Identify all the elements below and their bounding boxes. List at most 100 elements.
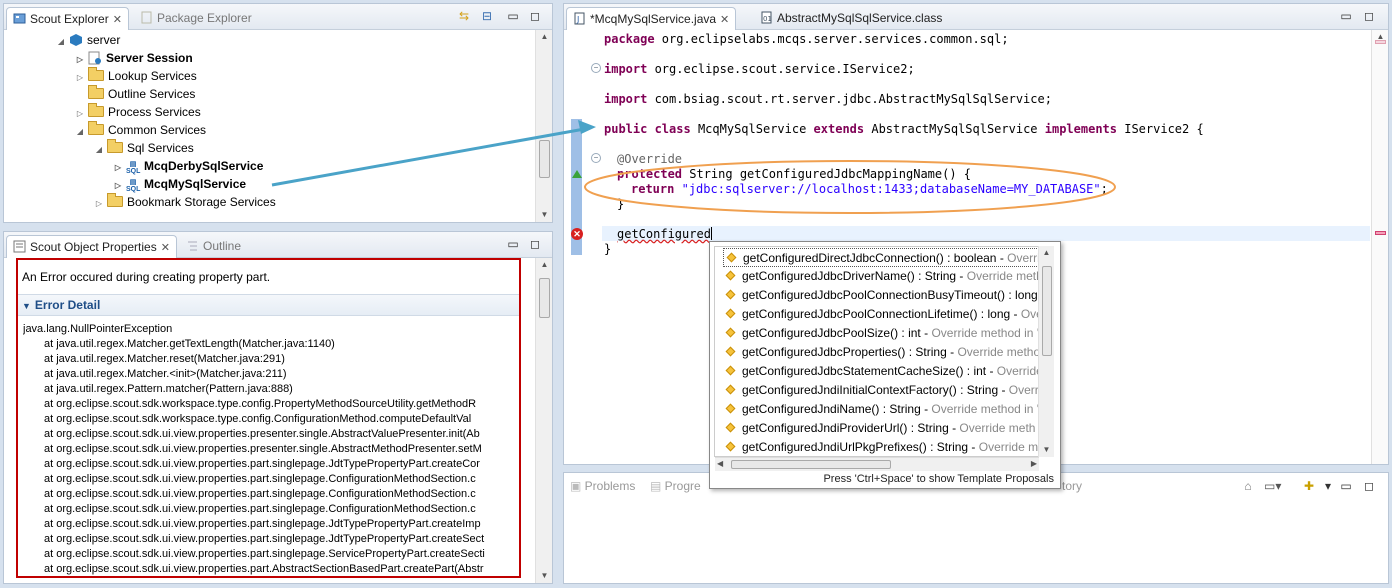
proposal-item[interactable]: getConfiguredJndiUrlPkgPrefixes() : Stri… — [723, 438, 1049, 456]
proposal-signature: getConfiguredJdbcPoolConnectionBusyTimeo… — [742, 288, 1038, 302]
collapse-all-icon[interactable]: ⊟ — [480, 9, 494, 23]
proposal-item[interactable]: getConfiguredJdbcPoolSize() : int - Over… — [723, 324, 1049, 343]
properties-scrollbar[interactable]: ▲ ▼ — [535, 258, 552, 583]
method-override-icon — [726, 252, 737, 263]
class-file-icon: 01 — [761, 11, 772, 24]
tree-item-label: Bookmark Storage Services — [127, 195, 276, 209]
code-line-close-inner[interactable]: } — [617, 197, 624, 212]
error-marker-icon[interactable]: ✕ — [571, 228, 583, 240]
code-line-import-2[interactable]: import com.bsiag.scout.rt.server.jdbc.Ab… — [604, 92, 1052, 107]
proposal-item[interactable]: getConfiguredJndiInitialContextFactory()… — [723, 381, 1049, 400]
view-toolbar-icon[interactable]: ⌂ — [1241, 479, 1255, 493]
proposal-item[interactable]: getConfiguredJndiName() : String - Overr… — [723, 400, 1049, 419]
tab-progress-label: Progre — [664, 479, 701, 493]
error-message: An Error occured during creating propert… — [22, 270, 271, 284]
tree-item-sql-services[interactable]: ◢ Sql Services — [94, 139, 194, 157]
scroll-thumb[interactable] — [539, 140, 550, 178]
scroll-down-icon[interactable]: ▼ — [536, 569, 552, 583]
maximize-icon[interactable]: ◻ — [1362, 9, 1376, 23]
proposal-item[interactable]: getConfiguredJdbcProperties() : String -… — [723, 343, 1049, 362]
overview-error-marker[interactable] — [1375, 231, 1386, 235]
fold-collapse-icon[interactable]: − — [591, 153, 601, 163]
code-line-override[interactable]: @Override — [617, 152, 682, 167]
code-line-method-sig[interactable]: protected String getConfiguredJdbcMappin… — [617, 167, 971, 182]
method-override-icon — [725, 403, 736, 414]
code-line-import-1[interactable]: import org.eclipse.scout.service.IServic… — [604, 62, 915, 77]
proposal-hscrollbar[interactable]: ◀ ▶ — [715, 457, 1039, 471]
tree-item-server-session[interactable]: ▷ Server Session — [75, 49, 193, 67]
proposal-signature: getConfiguredJndiUrlPkgPrefixes() : Stri… — [742, 440, 979, 454]
stack-trace-line: at java.util.regex.Pattern.matcher(Patte… — [44, 383, 293, 395]
maximize-icon[interactable]: ◻ — [528, 237, 542, 251]
minimize-icon[interactable]: ▭ — [1339, 479, 1353, 493]
explorer-scrollbar[interactable]: ▲ ▼ — [535, 30, 552, 222]
tab-class-label: AbstractMySqlSqlService.class — [777, 11, 943, 25]
minimize-icon[interactable]: ▭ — [506, 237, 520, 251]
close-icon[interactable]: ✕ — [113, 9, 122, 31]
view-menu-icon[interactable]: ▾ — [1321, 479, 1335, 493]
display-icon[interactable]: ▭▾ — [1264, 479, 1281, 493]
proposal-scrollbar[interactable]: ▲ ▼ — [1038, 246, 1054, 457]
tab-progress[interactable]: ▤ Progre — [650, 473, 701, 499]
tab-problems[interactable]: ▣ Problems — [570, 473, 635, 499]
proposal-item[interactable]: getConfiguredJdbcDriverName() : String -… — [723, 267, 1049, 286]
code-line-class-decl[interactable]: public class McqMySqlService extends Abs… — [604, 122, 1204, 137]
collapse-arrow-icon[interactable]: ◢ — [75, 123, 85, 141]
scroll-up-icon[interactable]: ▲ — [536, 258, 552, 272]
scroll-down-icon[interactable]: ▼ — [536, 208, 552, 222]
scroll-down-icon[interactable]: ▼ — [1039, 443, 1054, 457]
expand-arrow-icon[interactable]: ▷ — [94, 195, 104, 213]
tree-item-bookmark-storage-services[interactable]: ▷ Bookmark Storage Services — [94, 193, 276, 211]
code-line-typed[interactable]: getConfigured — [617, 227, 712, 242]
error-highlight-box: An Error occured during creating propert… — [16, 258, 521, 578]
proposal-item[interactable]: getConfiguredJndiProviderUrl() : String … — [723, 419, 1049, 438]
tab-package-explorer[interactable]: Package Explorer — [134, 7, 258, 30]
section-collapse-icon[interactable]: ▼ — [22, 301, 31, 311]
scroll-thumb[interactable] — [731, 460, 891, 469]
close-icon[interactable]: ✕ — [161, 237, 170, 259]
proposal-item[interactable]: getConfiguredDirectJdbcConnection() : bo… — [723, 248, 1049, 267]
tree-item-mcq-my-sql-service[interactable]: ▷ ▤ SQL McqMySqlService — [113, 175, 246, 193]
maximize-icon[interactable]: ◻ — [1362, 479, 1376, 493]
fold-collapse-icon[interactable]: − — [591, 63, 601, 73]
error-detail-header[interactable]: ▼ Error Detail — [18, 294, 519, 316]
import-name: com.bsiag.scout.rt.server.jdbc.AbstractM… — [647, 92, 1052, 106]
tab-scout-object-properties[interactable]: Scout Object Properties ✕ — [6, 235, 177, 258]
method-signature: String getConfiguredJdbcMappingName() { — [682, 167, 972, 181]
tree-item-process-services[interactable]: ▷ Process Services — [75, 103, 201, 121]
code-line-package[interactable]: package org.eclipselabs.mcqs.server.serv… — [604, 32, 1009, 47]
scroll-up-icon[interactable]: ▲ — [536, 30, 552, 44]
java-file-icon: J — [574, 12, 585, 25]
tree-item-common-services[interactable]: ◢ Common Services — [75, 121, 206, 139]
tab-outline[interactable]: Outline — [180, 235, 247, 258]
tree-item-server[interactable]: ◢ server — [56, 31, 120, 49]
tree-item-mcq-derby-sql-service[interactable]: ▷ ▤ SQL McqDerbySqlService — [113, 157, 263, 175]
tree-item-lookup-services[interactable]: ▷ Lookup Services — [75, 67, 197, 85]
proposal-item[interactable]: getConfiguredJdbcPoolConnectionLifetime(… — [723, 305, 1049, 324]
minimize-icon[interactable]: ▭ — [506, 9, 520, 23]
collapse-arrow-icon[interactable]: ◢ — [94, 141, 104, 159]
tab-abstract-my-sql-sql-service-class[interactable]: 01 AbstractMySqlSqlService.class — [754, 7, 948, 30]
collapse-arrow-icon[interactable]: ◢ — [56, 33, 66, 51]
scroll-right-icon[interactable]: ▶ — [1031, 459, 1037, 468]
maximize-icon[interactable]: ◻ — [528, 9, 542, 23]
scroll-left-icon[interactable]: ◀ — [717, 459, 723, 468]
scroll-thumb[interactable] — [1042, 266, 1052, 356]
minimize-icon[interactable]: ▭ — [1339, 9, 1353, 23]
tab-scout-explorer[interactable]: Scout Explorer ✕ — [6, 7, 129, 30]
scroll-up-icon[interactable]: ▲ — [1039, 246, 1054, 260]
proposal-item[interactable]: getConfiguredJdbcStatementCacheSize() : … — [723, 362, 1049, 381]
new-item-icon[interactable]: ✚ — [1302, 479, 1316, 493]
code-line-close-outer[interactable]: } — [604, 242, 611, 257]
scroll-thumb[interactable] — [539, 278, 550, 318]
proposal-item[interactable]: getConfiguredJdbcPoolConnectionBusyTimeo… — [723, 286, 1049, 305]
tree-item-label: Server Session — [106, 51, 193, 65]
folder-icon — [88, 121, 104, 135]
tab-history[interactable]: tory — [1062, 473, 1082, 499]
close-icon[interactable]: ✕ — [720, 9, 729, 31]
tab-mcq-my-sql-service-java[interactable]: J *McqMySqlService.java ✕ — [566, 7, 737, 31]
editor-scrollbar[interactable]: ▲ — [1371, 30, 1388, 464]
link-with-editor-icon[interactable]: ⇆ — [457, 9, 471, 23]
code-line-return[interactable]: return "jdbc:sqlserver://localhost:1433;… — [631, 182, 1108, 197]
tree-item-outline-services[interactable]: Outline Services — [75, 85, 195, 103]
